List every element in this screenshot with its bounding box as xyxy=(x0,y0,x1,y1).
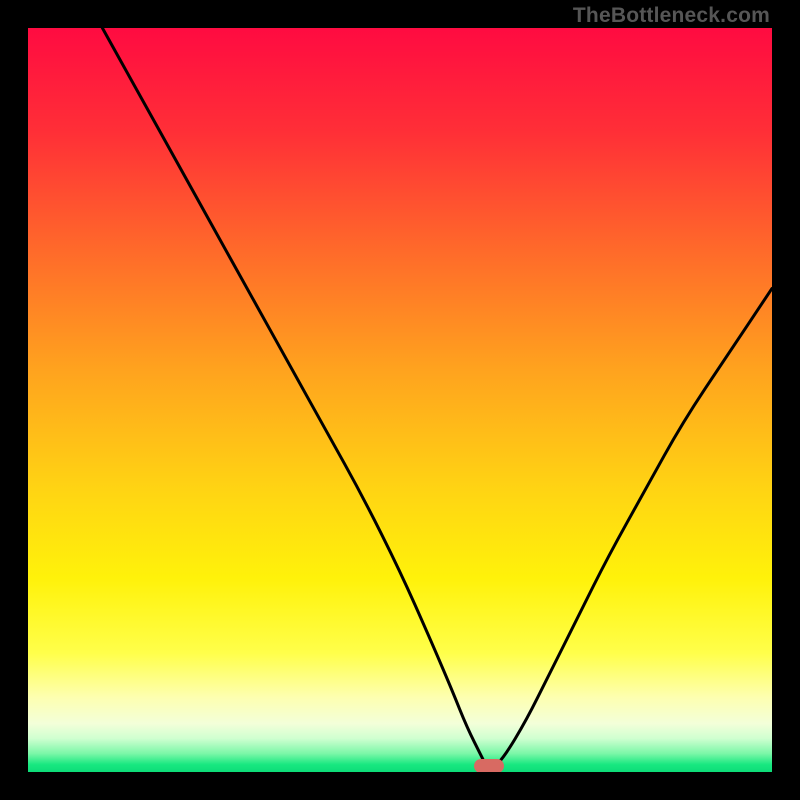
plot-area xyxy=(28,28,772,772)
optimum-marker xyxy=(474,759,504,772)
bottleneck-curve xyxy=(28,28,772,772)
watermark-text: TheBottleneck.com xyxy=(573,4,770,28)
chart-frame: TheBottleneck.com xyxy=(0,0,800,800)
